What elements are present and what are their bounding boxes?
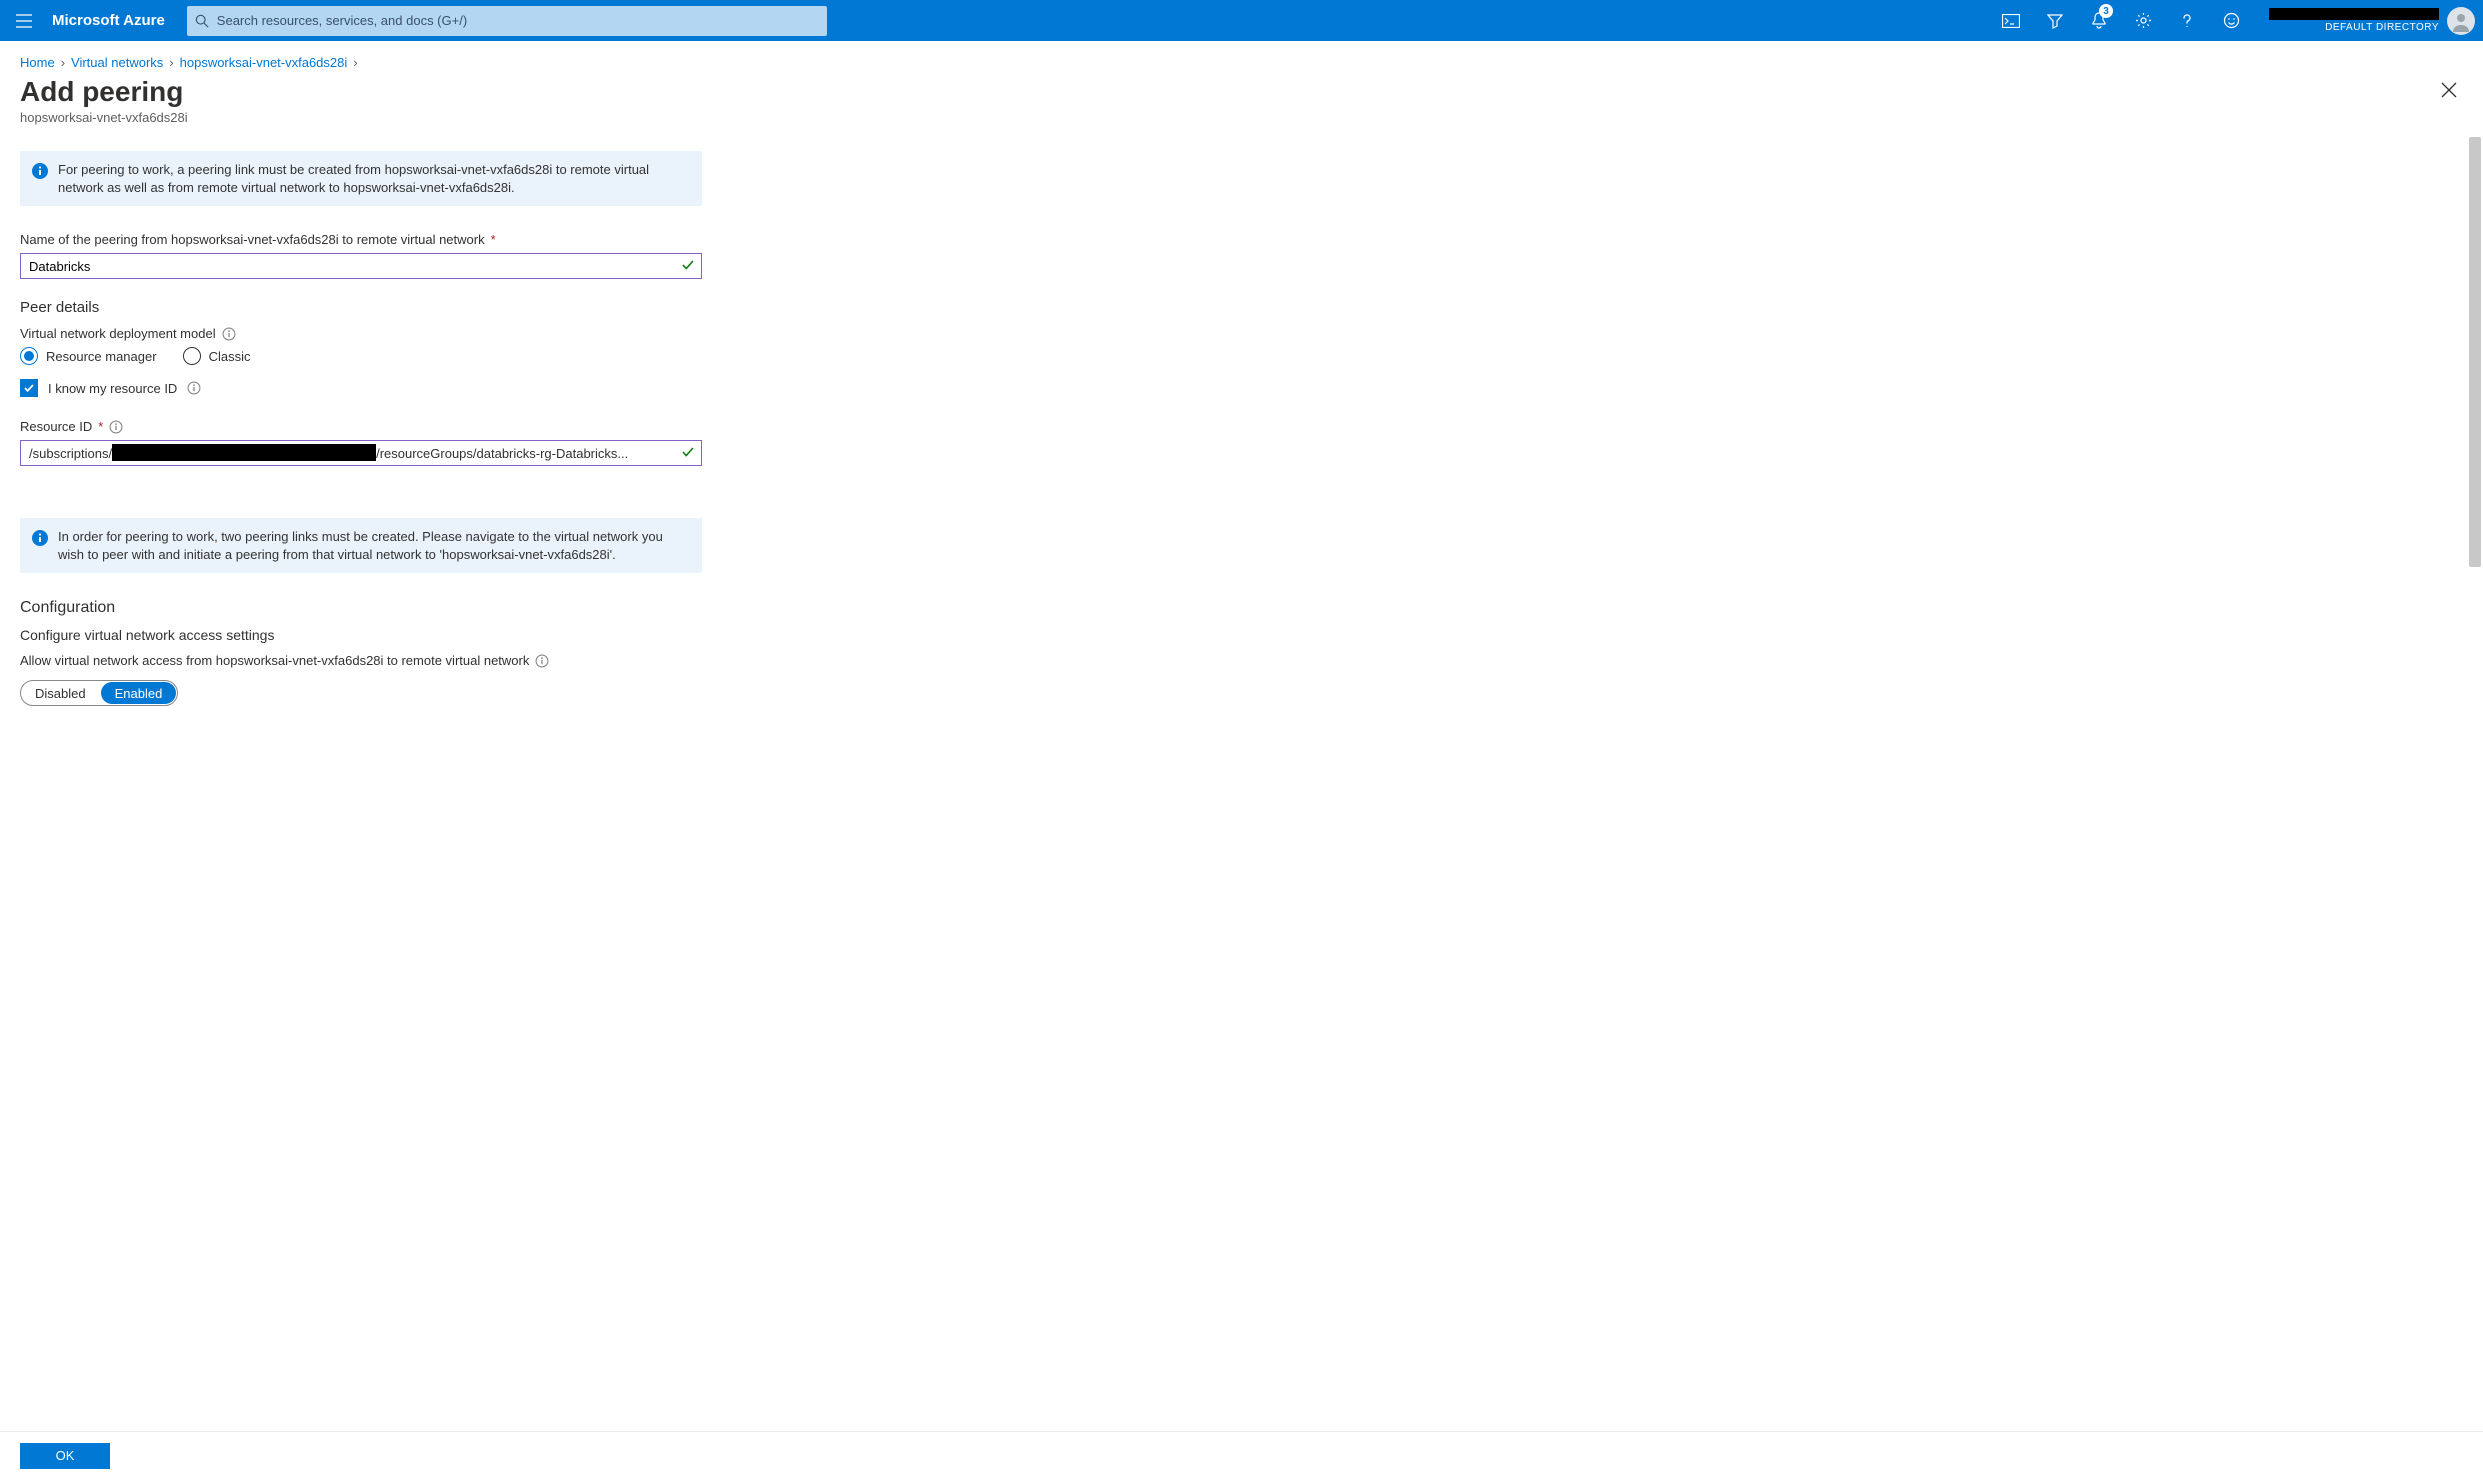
peering-name-label: Name of the peering from hopsworksai-vne… [20,232,485,247]
vnet-access-toggle[interactable]: Disabled Enabled [20,680,178,706]
menu-button[interactable] [0,0,48,41]
know-resource-id-checkbox[interactable]: I know my resource ID [20,379,702,397]
directory-label: DEFAULT DIRECTORY [2269,22,2439,33]
help-button[interactable] [2165,0,2209,41]
cloud-shell-button[interactable] [1989,0,2033,41]
valid-check-icon [681,445,695,459]
resource-id-suffix: /resourceGroups/databricks-rg-Databricks… [376,446,628,461]
required-asterisk: * [98,419,103,434]
radio-dot-selected [20,347,38,365]
brand[interactable]: Microsoft Azure [48,12,183,29]
feedback-button[interactable] [2209,0,2253,41]
resource-id-input[interactable]: /subscriptions/ /resourceGroups/databrick… [20,440,702,466]
info-text-1: For peering to work, a peering link must… [58,161,690,196]
configuration-subheading: Configure virtual network access setting… [20,627,702,643]
hamburger-icon [16,14,32,28]
chevron-right-icon: › [169,55,173,70]
directories-button[interactable] [2033,0,2077,41]
search-input[interactable] [217,13,819,28]
configuration-heading: Configuration [20,599,702,617]
filter-icon [2047,13,2063,29]
account-button[interactable]: DEFAULT DIRECTORY [2253,7,2483,35]
notification-count: 3 [2099,4,2113,18]
required-asterisk: * [491,232,496,247]
radio-dot [183,347,201,365]
info-box-2: In order for peering to work, two peerin… [20,518,702,573]
resource-id-prefix: /subscriptions/ [29,446,112,461]
info-outline-icon[interactable] [187,381,201,395]
gear-icon [2135,12,2152,29]
question-icon [2179,13,2195,29]
close-button[interactable] [2435,76,2463,104]
person-icon [2450,10,2472,32]
breadcrumb-vnet[interactable]: hopsworksai-vnet-vxfa6ds28i [180,55,348,70]
page-title: Add peering [20,76,183,108]
search-box[interactable] [187,6,827,36]
info-icon [32,163,48,179]
valid-check-icon [681,258,695,272]
breadcrumb-home[interactable]: Home [20,55,55,70]
checkbox-checked [20,379,38,397]
close-icon [2441,82,2457,98]
account-email-redacted [2269,8,2439,20]
page-subtitle: hopsworksai-vnet-vxfa6ds28i [0,110,2483,137]
toggle-disabled[interactable]: Disabled [21,681,100,705]
cloud-shell-icon [2002,14,2020,28]
smiley-icon [2223,12,2240,29]
search-icon [195,14,209,28]
radio-classic[interactable]: Classic [183,347,251,365]
breadcrumb-vnets[interactable]: Virtual networks [71,55,163,70]
resource-id-label: Resource ID [20,419,92,434]
radio-resource-manager[interactable]: Resource manager [20,347,157,365]
avatar [2447,7,2475,35]
info-outline-icon[interactable] [109,420,123,434]
resource-id-redacted [112,444,376,461]
allow-vnet-access-label: Allow virtual network access from hopswo… [20,653,529,668]
breadcrumb: Home › Virtual networks › hopsworksai-vn… [0,41,2483,76]
toggle-enabled[interactable]: Enabled [101,682,177,704]
deployment-model-label: Virtual network deployment model [20,326,216,341]
info-outline-icon[interactable] [222,327,236,341]
scrollbar-thumb[interactable] [2469,137,2481,567]
scrollbar[interactable] [2467,137,2483,1401]
ok-button[interactable]: OK [20,1443,110,1469]
info-outline-icon[interactable] [535,654,549,668]
info-icon [32,530,48,546]
info-box-1: For peering to work, a peering link must… [20,151,702,206]
peering-name-input[interactable] [20,253,702,279]
settings-button[interactable] [2121,0,2165,41]
know-resource-id-label: I know my resource ID [48,381,177,396]
notifications-button[interactable]: 3 [2077,0,2121,41]
peer-details-heading: Peer details [20,299,702,316]
radio-classic-label: Classic [209,349,251,364]
chevron-right-icon: › [61,55,65,70]
radio-rm-label: Resource manager [46,349,157,364]
check-icon [23,382,35,394]
info-text-2: In order for peering to work, two peerin… [58,528,690,563]
chevron-right-icon: › [353,55,357,70]
